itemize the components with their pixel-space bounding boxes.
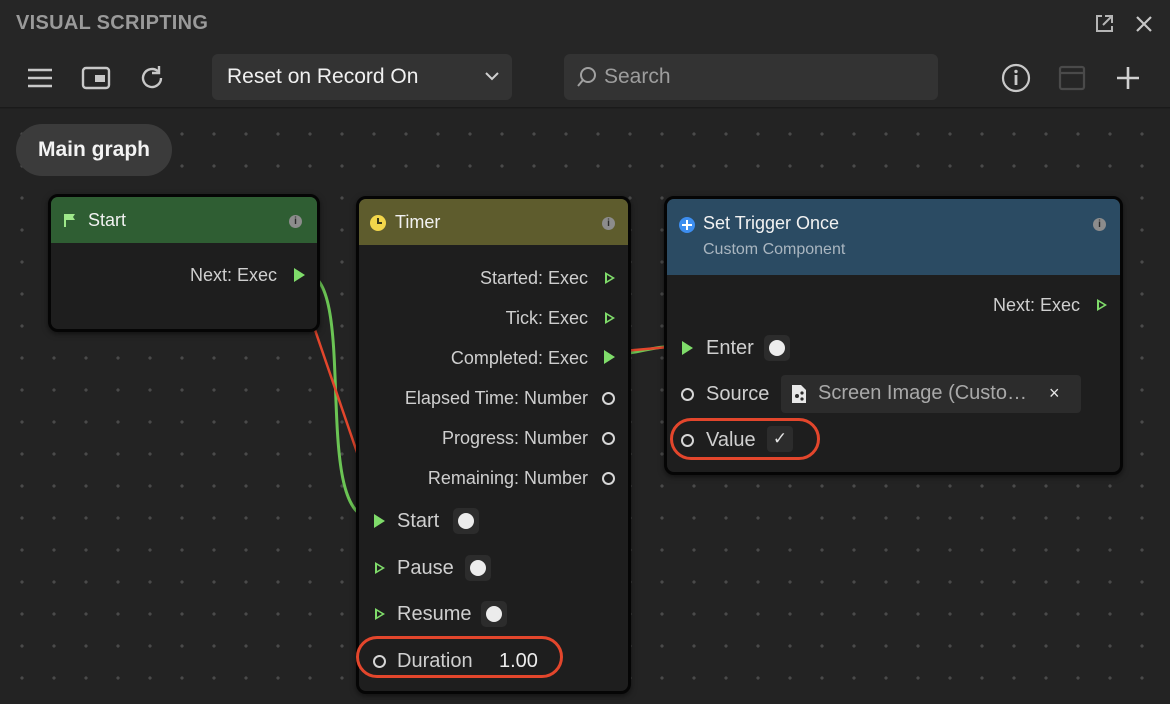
info-icon[interactable]: i [1093, 218, 1106, 231]
port-label: Started: Exec [479, 268, 588, 288]
object-in-port[interactable] [681, 388, 694, 401]
port-label: Elapsed Time: Number [404, 388, 588, 408]
default-value-toggle[interactable] [465, 555, 491, 581]
exec-in-port[interactable] [375, 608, 385, 620]
exec-out-port[interactable] [605, 272, 615, 284]
exec-out-port[interactable] [294, 268, 305, 282]
node-subtitle: Custom Component [703, 241, 846, 258]
port-label: Completed: Exec [450, 348, 588, 368]
port-label: Start [397, 510, 440, 532]
exec-in-port[interactable] [375, 562, 385, 574]
node-timer[interactable]: Timer i Started: Exec Tick: Exec Complet… [356, 196, 631, 694]
port-label: Next: Exec [992, 295, 1080, 315]
number-out-port[interactable] [602, 472, 615, 485]
port-label: Resume [397, 603, 472, 625]
default-value-toggle[interactable] [453, 508, 479, 534]
default-value-toggle[interactable] [481, 601, 507, 627]
exec-in-port[interactable] [682, 341, 693, 355]
number-out-port[interactable] [602, 392, 615, 405]
info-icon[interactable]: i [602, 217, 615, 230]
plus-circle-icon [679, 217, 695, 233]
exec-out-port[interactable] [604, 350, 615, 364]
clear-icon[interactable]: × [1049, 383, 1060, 404]
node-title: Start [88, 210, 127, 230]
port-label: Tick: Exec [505, 308, 588, 328]
port-label: Next: Exec [189, 265, 277, 285]
port-label: Remaining: Number [427, 468, 588, 488]
node-header-timer[interactable]: Timer i [359, 199, 628, 245]
info-icon[interactable]: i [289, 215, 302, 228]
node-title: Timer [395, 212, 441, 232]
source-value: Screen Image (Custo… [818, 382, 1027, 404]
port-label: Source [706, 383, 770, 405]
annotation-highlight-duration [356, 636, 563, 678]
node-header-set-trigger[interactable]: Set Trigger Once Custom Component i [667, 199, 1120, 275]
flag-icon [64, 214, 75, 227]
port-label: Progress: Number [441, 428, 588, 448]
exec-in-port[interactable] [374, 514, 385, 528]
source-object-field[interactable]: Screen Image (Custo… × [781, 375, 1081, 413]
default-value-toggle[interactable] [764, 335, 790, 361]
port-label: Pause [397, 557, 454, 579]
file-icon [792, 385, 806, 403]
node-header-start[interactable]: Start i [51, 197, 317, 243]
annotation-highlight-value [670, 418, 820, 460]
clock-icon [370, 215, 386, 231]
port-label: Enter [706, 337, 754, 359]
node-title: Set Trigger Once [703, 213, 840, 233]
node-start[interactable]: Start i Next: Exec [48, 194, 320, 332]
exec-out-port[interactable] [605, 312, 615, 324]
number-out-port[interactable] [602, 432, 615, 445]
exec-out-port[interactable] [1097, 299, 1107, 311]
